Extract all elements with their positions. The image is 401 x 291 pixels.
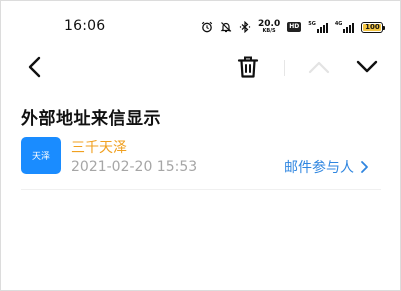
next-mail-button[interactable]: [353, 53, 381, 81]
sim1-signal: 5G: [308, 20, 328, 33]
sender-avatar[interactable]: 天泽: [21, 137, 61, 174]
hd-badge: HD: [287, 22, 302, 32]
sim1-network-label: 5G: [308, 20, 316, 27]
alarm-icon: [201, 21, 213, 33]
signal-bars-icon: [316, 22, 328, 33]
delete-button[interactable]: [235, 53, 261, 81]
battery-icon: 100: [361, 21, 386, 33]
status-bar: 16:06 20.0 KB/S HD 5G 4G 100: [1, 1, 401, 45]
chevron-up-icon: [308, 61, 330, 74]
participants-label: 邮件参与人: [284, 160, 354, 176]
sender-name[interactable]: 三千天泽: [71, 137, 127, 157]
status-icons: 20.0 KB/S HD 5G 4G 100: [201, 16, 386, 38]
back-button[interactable]: [23, 53, 47, 81]
mail-subject: 外部地址来信显示: [21, 109, 161, 129]
mail-toolbar: [1, 49, 401, 85]
chevron-down-icon: [356, 60, 378, 73]
mail-detail-screen: 16:06 20.0 KB/S HD 5G 4G 100 外部地址来信显示 天泽…: [0, 0, 401, 291]
previous-mail-button[interactable]: [305, 53, 333, 81]
bluetooth-icon: [239, 21, 251, 33]
header-separator: [21, 189, 381, 190]
mail-participants-link[interactable]: 邮件参与人: [284, 158, 369, 176]
mute-icon: [220, 21, 232, 33]
status-time: 16:06: [64, 18, 106, 34]
network-speed-unit: KB/S: [262, 28, 276, 34]
chevron-right-icon: [361, 161, 368, 173]
battery-level: 100: [365, 23, 380, 31]
sim2-signal: 4G: [334, 20, 355, 33]
sim2-network-label: 4G: [334, 20, 343, 27]
mail-date: 2021-02-20 15:53: [71, 159, 198, 175]
toolbar-divider: [284, 60, 285, 76]
avatar-text: 天泽: [31, 152, 50, 162]
trash-icon: [237, 56, 259, 78]
network-speed: 20.0 KB/S: [258, 20, 280, 34]
signal-bars-icon: [343, 22, 355, 33]
back-chevron-icon: [28, 56, 41, 78]
